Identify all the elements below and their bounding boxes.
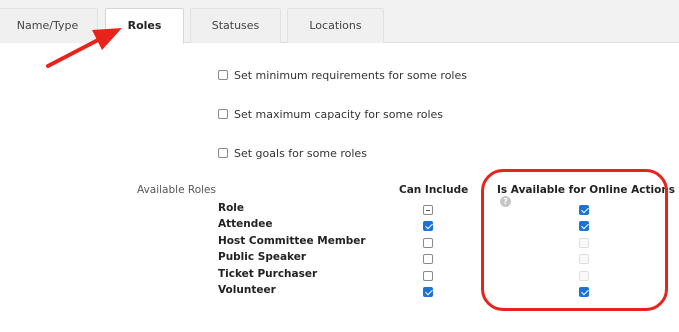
can-include-header: Can Include	[399, 184, 469, 196]
role-name-host-committee-member: Host Committee Member	[218, 235, 366, 247]
available-roles-label: Available Roles	[137, 184, 216, 196]
role-name-public-speaker: Public Speaker	[218, 251, 307, 263]
role-name-ticket-purchaser: Ticket Purchaser	[218, 268, 318, 280]
red-highlight-annotation	[481, 169, 668, 311]
option-set-goals[interactable]: Set goals for some roles	[218, 146, 367, 160]
role-name-attendee: Attendee	[218, 218, 273, 230]
can-include-checkbox-volunteer[interactable]	[423, 287, 433, 297]
role-name-role: Role	[218, 202, 245, 214]
min-requirements-label: Set minimum requirements for some roles	[234, 68, 467, 82]
set-goals-checkbox[interactable]	[218, 148, 228, 158]
roles-settings-page: Name/Type Roles Statuses Locations Set m…	[0, 0, 679, 332]
role-name-volunteer: Volunteer	[218, 284, 276, 296]
option-min-requirements[interactable]: Set minimum requirements for some roles	[218, 68, 467, 82]
can-include-checkbox-host-committee-member[interactable]	[423, 238, 433, 248]
max-capacity-checkbox[interactable]	[218, 109, 228, 119]
red-arrow-annotation	[46, 28, 122, 68]
can-include-checkbox-public-speaker[interactable]	[423, 254, 433, 264]
tab-statuses[interactable]: Statuses	[190, 8, 281, 43]
set-goals-label: Set goals for some roles	[234, 146, 367, 160]
can-include-checkbox-attendee[interactable]	[423, 221, 433, 231]
can-include-checkbox-ticket-purchaser[interactable]	[423, 271, 433, 281]
option-max-capacity[interactable]: Set maximum capacity for some roles	[218, 107, 443, 121]
can-include-checkbox-role[interactable]	[423, 205, 433, 215]
tab-locations[interactable]: Locations	[287, 8, 384, 43]
min-requirements-checkbox[interactable]	[218, 70, 228, 80]
max-capacity-label: Set maximum capacity for some roles	[234, 107, 444, 121]
